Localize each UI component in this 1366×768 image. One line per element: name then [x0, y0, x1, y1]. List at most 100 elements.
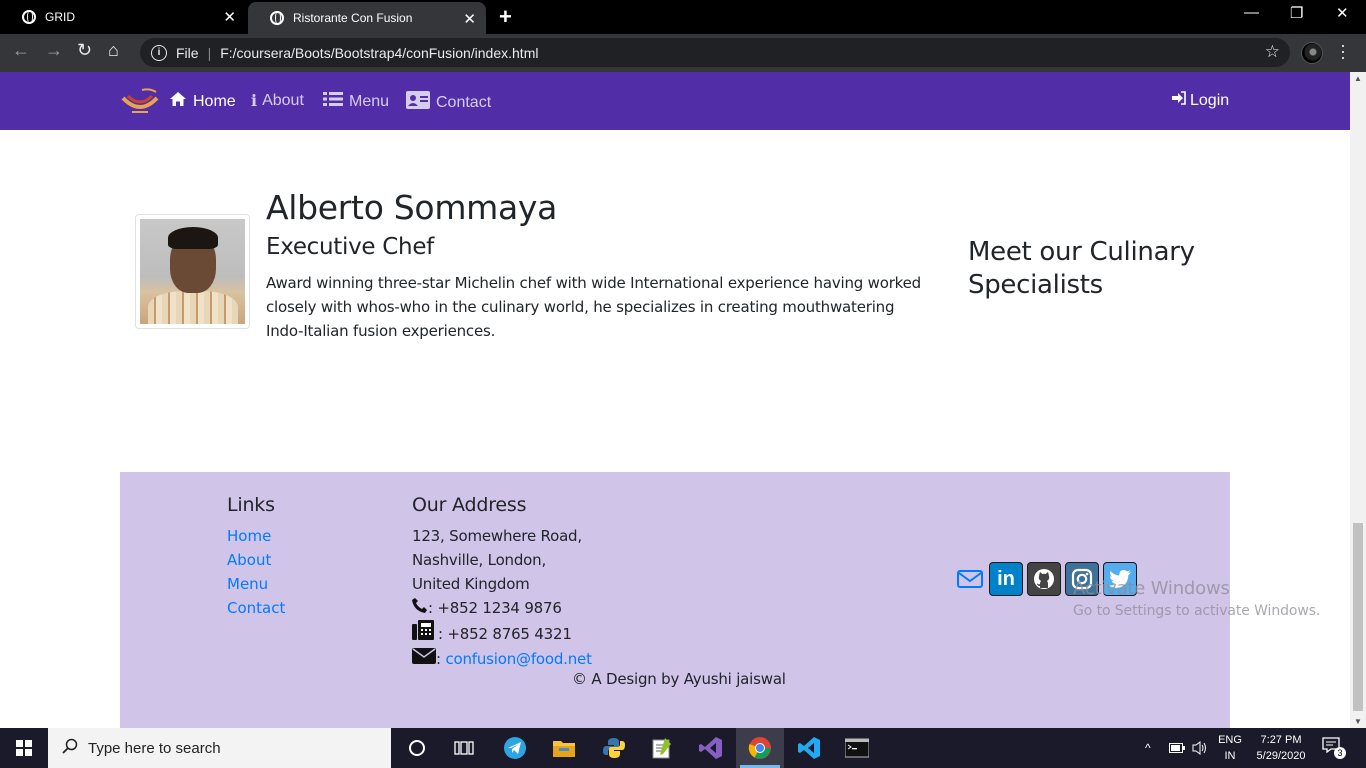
github-button[interactable] [1027, 562, 1061, 596]
email-row: : confusion@food.net [412, 647, 592, 671]
globe-icon [270, 11, 284, 25]
page-scrollbar[interactable]: ▲ ▼ [1350, 72, 1366, 728]
list-icon [323, 91, 343, 112]
nav-label: Home [193, 92, 236, 110]
email-prefix: : [436, 650, 441, 668]
terminal-icon[interactable] [845, 736, 869, 760]
globe-icon [22, 10, 36, 24]
close-tab-icon[interactable]: ✕ [463, 10, 476, 28]
vscode-icon[interactable] [797, 736, 821, 760]
footer-link-about[interactable]: About [227, 551, 271, 569]
show-hidden-icons-chevron-up-icon[interactable]: ^ [1145, 728, 1151, 768]
envelope-icon [957, 570, 983, 588]
chef-photo [135, 214, 250, 329]
envelope-icon [412, 647, 436, 671]
scrollbar-thumb[interactable] [1353, 523, 1363, 711]
scroll-up-arrow-icon[interactable]: ▲ [1354, 74, 1362, 83]
browser-toolbar: ← → ↻ ⌂ i File | F:/coursera/Boots/Boots… [0, 34, 1366, 72]
notification-count-badge: 3 [1334, 747, 1346, 759]
chef-title: Executive Chef [266, 234, 434, 260]
restore-window-button[interactable]: ❐ [1290, 4, 1303, 22]
volume-icon[interactable] [1192, 728, 1208, 768]
battery-icon[interactable] [1169, 728, 1185, 768]
watermark-title: Activate Windows [1073, 578, 1230, 599]
browser-tab-grid[interactable]: GRID ✕ [0, 0, 246, 34]
tab-title: Ristorante Con Fusion [293, 11, 413, 25]
nav-menu-link[interactable]: Menu [323, 91, 389, 112]
search-icon [62, 738, 78, 759]
address-block: 123, Somewhere Road, Nashville, London, … [412, 524, 592, 671]
windows-taskbar: Type here to search ^ ENG IN 7:27 PM 5/2… [0, 728, 1366, 768]
profile-avatar[interactable] [1301, 42, 1323, 64]
cortana-icon[interactable] [405, 736, 429, 760]
site-footer: Links Home About Menu Contact Our Addres… [120, 472, 1230, 728]
address-line: United Kingdom [412, 575, 530, 593]
browser-menu-icon[interactable]: · · · [1338, 36, 1348, 66]
close-tab-icon[interactable]: ✕ [223, 8, 236, 26]
copyright-text: © A Design by Ayushi jaiswal [572, 670, 786, 688]
activate-windows-watermark: Activate Windows Go to Settings to activ… [1073, 578, 1320, 619]
fax-icon [412, 620, 434, 647]
file-explorer-icon[interactable] [552, 736, 576, 760]
visual-studio-icon[interactable] [699, 736, 723, 760]
chef-description: Award winning three-star Michelin chef w… [266, 274, 921, 340]
linkedin-button[interactable]: in [989, 562, 1023, 596]
address-line: 123, Somewhere Road, [412, 527, 582, 545]
forward-arrow-icon[interactable]: → [45, 40, 63, 61]
clock-time: 7:27 PM [1260, 734, 1302, 746]
browser-tab-bar: GRID ✕ Ristorante Con Fusion ✕ + — ❐ ✕ [0, 0, 1366, 34]
system-clock[interactable]: 7:27 PM 5/29/2020 [1252, 732, 1310, 764]
language-indicator[interactable]: ENG IN [1217, 732, 1243, 764]
phone-icon [412, 596, 428, 620]
url-text[interactable]: F:/coursera/Boots/Bootstrap4/conFusion/i… [220, 45, 538, 61]
telegram-icon[interactable] [503, 736, 527, 760]
notepad-plus-plus-icon[interactable] [650, 736, 674, 760]
tab-title: GRID [45, 10, 75, 24]
bookmark-star-icon[interactable]: ☆ [1265, 42, 1280, 62]
fax-number: : +852 8765 4321 [438, 624, 572, 643]
browser-tab-ristorante[interactable]: Ristorante Con Fusion ✕ [248, 2, 486, 34]
phone-number: : +852 1234 9876 [428, 599, 562, 617]
footer-link-home[interactable]: Home [227, 527, 271, 545]
mail-social-button[interactable] [954, 562, 986, 596]
nav-about-link[interactable]: i About [251, 91, 304, 110]
action-center-icon[interactable]: 3 [1322, 737, 1346, 759]
minimize-window-button[interactable]: — [1244, 4, 1259, 21]
nav-contact-link[interactable]: Contact [406, 91, 491, 114]
chrome-icon[interactable] [748, 736, 772, 760]
nav-home-link[interactable]: Home [169, 91, 236, 112]
address-heading: Our Address [412, 494, 527, 516]
chef-name: Alberto Sommaya [266, 188, 558, 227]
address-line: Nashville, London, [412, 551, 547, 569]
taskbar-search-box[interactable]: Type here to search [48, 728, 391, 768]
home-icon [169, 91, 187, 112]
watermark-subtitle: Go to Settings to activate Windows. [1073, 603, 1321, 619]
fax-row: : +852 8765 4321 [412, 620, 592, 647]
address-bar[interactable]: i File | F:/coursera/Boots/Bootstrap4/co… [140, 38, 1290, 67]
task-view-icon[interactable] [452, 736, 476, 760]
page-viewport: Home i About Menu Contact Login Alberto … [0, 72, 1350, 728]
home-page-icon[interactable]: ⌂ [108, 40, 119, 61]
linkedin-icon: in [997, 567, 1015, 590]
clock-date: 5/29/2020 [1256, 750, 1306, 762]
python-icon[interactable] [602, 736, 626, 760]
close-window-button[interactable]: ✕ [1336, 4, 1349, 22]
reload-icon[interactable]: ↻ [77, 40, 92, 61]
windows-start-icon[interactable] [16, 740, 32, 756]
info-icon[interactable]: i [151, 44, 167, 61]
email-link[interactable]: confusion@food.net [445, 647, 592, 671]
sign-in-icon [1172, 91, 1186, 110]
separator: | [207, 44, 212, 61]
new-tab-button[interactable]: + [499, 4, 512, 30]
nav-label: Menu [349, 92, 390, 110]
scroll-down-arrow-icon[interactable]: ▼ [1354, 717, 1362, 726]
footer-link-contact[interactable]: Contact [227, 599, 285, 617]
login-link[interactable]: Login [1172, 91, 1229, 110]
specialists-heading: Meet our Culinary Specialists [968, 237, 1195, 300]
brand-logo[interactable] [120, 86, 160, 116]
footer-link-menu[interactable]: Menu [227, 575, 268, 593]
footer-links: Home About Menu Contact [227, 524, 285, 620]
back-arrow-icon[interactable]: ← [12, 40, 30, 61]
phone-row: : +852 1234 9876 [412, 596, 592, 620]
links-heading: Links [227, 494, 275, 516]
